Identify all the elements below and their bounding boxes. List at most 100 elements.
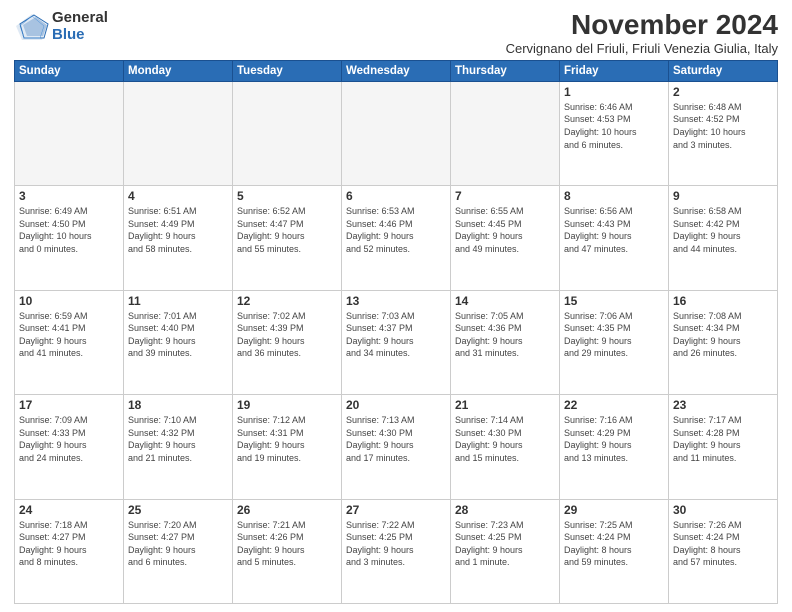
day-number: 6: [346, 189, 446, 203]
day-info: Sunrise: 7:13 AM Sunset: 4:30 PM Dayligh…: [346, 414, 446, 464]
logo: General Blue: [14, 10, 108, 43]
calendar-cell: 5 Sunrise: 6:52 AM Sunset: 4:47 PM Daylig…: [233, 186, 342, 290]
header: General Blue November 2024 Cervignano de…: [14, 10, 778, 56]
day-number: 9: [673, 189, 773, 203]
calendar-cell: 4 Sunrise: 6:51 AM Sunset: 4:49 PM Daylig…: [124, 186, 233, 290]
calendar-cell: 9 Sunrise: 6:58 AM Sunset: 4:42 PM Daylig…: [669, 186, 778, 290]
calendar-cell: [451, 81, 560, 185]
day-info: Sunrise: 7:20 AM Sunset: 4:27 PM Dayligh…: [128, 519, 228, 569]
day-number: 21: [455, 398, 555, 412]
day-number: 22: [564, 398, 664, 412]
day-number: 29: [564, 503, 664, 517]
calendar-week-2: 3Sunrise: 6:49 AM Sunset: 4:50 PM Daylig…: [15, 186, 778, 290]
day-number: 11: [128, 294, 228, 308]
day-info: Sunrise: 7:14 AM Sunset: 4:30 PM Dayligh…: [455, 414, 555, 464]
calendar-cell: [124, 81, 233, 185]
calendar-cell: 12Sunrise: 7:02 AM Sunset: 4:39 PM Dayli…: [233, 290, 342, 394]
calendar-cell: 7Sunrise: 6:55 AM Sunset: 4:45 PM Daylig…: [451, 186, 560, 290]
day-number: 4: [128, 189, 228, 203]
col-tuesday: Tuesday: [233, 60, 342, 81]
calendar-cell: 22 Sunrise: 7:16 AM Sunset: 4:29 PM Dayli…: [560, 395, 669, 499]
col-wednesday: Wednesday: [342, 60, 451, 81]
day-info: Sunrise: 6:53 AM Sunset: 4:46 PM Dayligh…: [346, 205, 446, 255]
day-info: Sunrise: 6:51 AM Sunset: 4:49 PM Dayligh…: [128, 205, 228, 255]
day-info: Sunrise: 7:08 AM Sunset: 4:34 PM Dayligh…: [673, 310, 773, 360]
calendar-cell: 10 Sunrise: 6:59 AM Sunset: 4:41 PM Dayli…: [15, 290, 124, 394]
day-info: Sunrise: 7:25 AM Sunset: 4:24 PM Dayligh…: [564, 519, 664, 569]
day-info: Sunrise: 7:21 AM Sunset: 4:26 PM Dayligh…: [237, 519, 337, 569]
calendar-cell: 6 Sunrise: 6:53 AM Sunset: 4:46 PM Daylig…: [342, 186, 451, 290]
logo-text: General Blue: [52, 10, 108, 43]
day-number: 16: [673, 294, 773, 308]
calendar-week-3: 10 Sunrise: 6:59 AM Sunset: 4:41 PM Dayli…: [15, 290, 778, 394]
day-number: 2: [673, 85, 773, 99]
day-info: Sunrise: 6:56 AM Sunset: 4:43 PM Dayligh…: [564, 205, 664, 255]
day-info: Sunrise: 7:09 AM Sunset: 4:33 PM Dayligh…: [19, 414, 119, 464]
day-number: 25: [128, 503, 228, 517]
calendar-table: Sunday Monday Tuesday Wednesday Thursday…: [14, 60, 778, 604]
day-info: Sunrise: 6:52 AM Sunset: 4:47 PM Dayligh…: [237, 205, 337, 255]
day-number: 10: [19, 294, 119, 308]
calendar-cell: 21 Sunrise: 7:14 AM Sunset: 4:30 PM Dayli…: [451, 395, 560, 499]
page: General Blue November 2024 Cervignano de…: [0, 0, 792, 612]
month-title: November 2024: [506, 10, 778, 41]
col-friday: Friday: [560, 60, 669, 81]
calendar-cell: 29 Sunrise: 7:25 AM Sunset: 4:24 PM Dayli…: [560, 499, 669, 603]
calendar-cell: [342, 81, 451, 185]
calendar-cell: 28 Sunrise: 7:23 AM Sunset: 4:25 PM Dayli…: [451, 499, 560, 603]
calendar-cell: 18Sunrise: 7:10 AM Sunset: 4:32 PM Dayli…: [124, 395, 233, 499]
day-number: 7: [455, 189, 555, 203]
day-number: 15: [564, 294, 664, 308]
calendar-cell: 8 Sunrise: 6:56 AM Sunset: 4:43 PM Daylig…: [560, 186, 669, 290]
col-sunday: Sunday: [15, 60, 124, 81]
logo-icon: [14, 12, 50, 42]
calendar-week-4: 17 Sunrise: 7:09 AM Sunset: 4:33 PM Dayli…: [15, 395, 778, 499]
col-saturday: Saturday: [669, 60, 778, 81]
calendar-cell: 25 Sunrise: 7:20 AM Sunset: 4:27 PM Dayli…: [124, 499, 233, 603]
day-info: Sunrise: 7:02 AM Sunset: 4:39 PM Dayligh…: [237, 310, 337, 360]
calendar-cell: 1 Sunrise: 6:46 AM Sunset: 4:53 PM Daylig…: [560, 81, 669, 185]
day-number: 26: [237, 503, 337, 517]
day-info: Sunrise: 6:48 AM Sunset: 4:52 PM Dayligh…: [673, 101, 773, 151]
title-block: November 2024 Cervignano del Friuli, Fri…: [506, 10, 778, 56]
calendar-cell: 26 Sunrise: 7:21 AM Sunset: 4:26 PM Dayli…: [233, 499, 342, 603]
calendar-cell: 2 Sunrise: 6:48 AM Sunset: 4:52 PM Daylig…: [669, 81, 778, 185]
day-number: 8: [564, 189, 664, 203]
day-info: Sunrise: 7:18 AM Sunset: 4:27 PM Dayligh…: [19, 519, 119, 569]
day-number: 20: [346, 398, 446, 412]
day-number: 17: [19, 398, 119, 412]
col-thursday: Thursday: [451, 60, 560, 81]
logo-blue-text: Blue: [52, 27, 108, 44]
day-info: Sunrise: 7:10 AM Sunset: 4:32 PM Dayligh…: [128, 414, 228, 464]
day-info: Sunrise: 7:23 AM Sunset: 4:25 PM Dayligh…: [455, 519, 555, 569]
day-info: Sunrise: 7:17 AM Sunset: 4:28 PM Dayligh…: [673, 414, 773, 464]
col-monday: Monday: [124, 60, 233, 81]
day-info: Sunrise: 7:16 AM Sunset: 4:29 PM Dayligh…: [564, 414, 664, 464]
day-info: Sunrise: 7:12 AM Sunset: 4:31 PM Dayligh…: [237, 414, 337, 464]
day-number: 1: [564, 85, 664, 99]
calendar-cell: 23Sunrise: 7:17 AM Sunset: 4:28 PM Dayli…: [669, 395, 778, 499]
day-number: 5: [237, 189, 337, 203]
calendar-cell: 30Sunrise: 7:26 AM Sunset: 4:24 PM Dayli…: [669, 499, 778, 603]
header-row: Sunday Monday Tuesday Wednesday Thursday…: [15, 60, 778, 81]
day-info: Sunrise: 7:22 AM Sunset: 4:25 PM Dayligh…: [346, 519, 446, 569]
day-info: Sunrise: 7:06 AM Sunset: 4:35 PM Dayligh…: [564, 310, 664, 360]
calendar-cell: 27Sunrise: 7:22 AM Sunset: 4:25 PM Dayli…: [342, 499, 451, 603]
day-number: 28: [455, 503, 555, 517]
day-number: 14: [455, 294, 555, 308]
calendar-cell: 13Sunrise: 7:03 AM Sunset: 4:37 PM Dayli…: [342, 290, 451, 394]
calendar-week-1: 1 Sunrise: 6:46 AM Sunset: 4:53 PM Daylig…: [15, 81, 778, 185]
calendar-cell: 14 Sunrise: 7:05 AM Sunset: 4:36 PM Dayli…: [451, 290, 560, 394]
day-info: Sunrise: 6:59 AM Sunset: 4:41 PM Dayligh…: [19, 310, 119, 360]
day-info: Sunrise: 6:46 AM Sunset: 4:53 PM Dayligh…: [564, 101, 664, 151]
day-info: Sunrise: 7:03 AM Sunset: 4:37 PM Dayligh…: [346, 310, 446, 360]
calendar-cell: 20 Sunrise: 7:13 AM Sunset: 4:30 PM Dayli…: [342, 395, 451, 499]
calendar-week-5: 24 Sunrise: 7:18 AM Sunset: 4:27 PM Dayli…: [15, 499, 778, 603]
calendar-cell: 19Sunrise: 7:12 AM Sunset: 4:31 PM Dayli…: [233, 395, 342, 499]
location-subtitle: Cervignano del Friuli, Friuli Venezia Gi…: [506, 41, 778, 56]
day-info: Sunrise: 7:05 AM Sunset: 4:36 PM Dayligh…: [455, 310, 555, 360]
day-number: 24: [19, 503, 119, 517]
calendar-cell: [233, 81, 342, 185]
day-info: Sunrise: 6:58 AM Sunset: 4:42 PM Dayligh…: [673, 205, 773, 255]
calendar-cell: 3Sunrise: 6:49 AM Sunset: 4:50 PM Daylig…: [15, 186, 124, 290]
